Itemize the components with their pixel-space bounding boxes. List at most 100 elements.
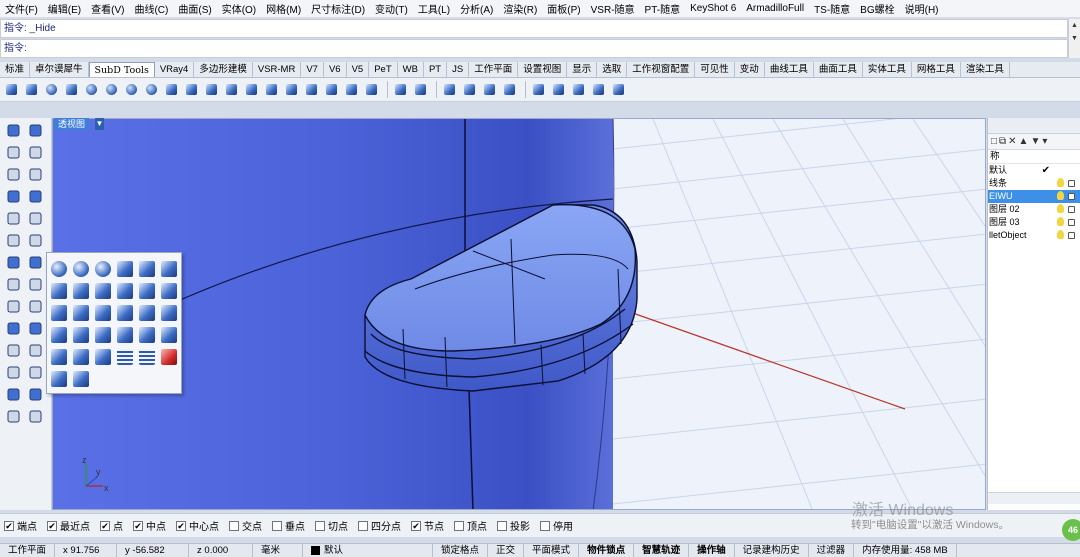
status-toggle[interactable]: 平面模式 [524, 543, 580, 557]
toolbar-tab[interactable]: VRay4 [155, 62, 195, 77]
osnap-checkbox[interactable] [315, 520, 325, 531]
osnap-checkbox[interactable]: ✔ [47, 520, 57, 531]
subd-tool-icon[interactable] [23, 81, 40, 98]
visibility-bulb-icon[interactable] [1057, 178, 1064, 187]
subd-tool-icon[interactable] [83, 81, 100, 98]
subd-command-icon[interactable] [161, 283, 177, 299]
display-icon[interactable] [27, 386, 44, 403]
command-scrollbar[interactable]: ▲ ▼ [1068, 19, 1080, 58]
osnap-checkbox[interactable]: ✔ [133, 520, 143, 531]
boolean-icon[interactable] [27, 298, 44, 315]
visibility-bulb-icon[interactable] [1057, 191, 1064, 200]
osnap-option[interactable]: ✔ 端点 [4, 518, 37, 533]
osnap-option[interactable]: 停用 [540, 518, 573, 533]
array-icon[interactable] [27, 320, 44, 337]
toolbar-tab[interactable]: 选取 [597, 62, 628, 77]
osnap-option[interactable]: 四分点 [358, 518, 401, 533]
menu-item[interactable]: 变动(T) [370, 1, 413, 16]
toolbar-tab[interactable]: PT [424, 62, 448, 77]
status-toggle[interactable]: 正交 [488, 543, 525, 557]
toolbar-tab[interactable]: WB [398, 62, 424, 77]
visibility-bulb-icon[interactable] [1057, 204, 1064, 213]
subd-command-icon[interactable] [139, 349, 155, 365]
toolbar-tab[interactable]: V5 [347, 62, 370, 77]
osnap-option[interactable]: 投影 [497, 518, 530, 533]
menu-item[interactable]: 分析(A) [455, 1, 498, 16]
toolbar-tab[interactable]: VSR-MR [253, 62, 302, 77]
status-toggle[interactable]: 记录建构历史 [735, 543, 809, 557]
subd-command-icon[interactable] [51, 371, 67, 387]
menu-item[interactable]: 曲面(S) [173, 1, 216, 16]
subd-command-icon[interactable] [73, 371, 89, 387]
lock-icon[interactable] [1068, 232, 1075, 239]
osnap-option[interactable]: ✔ 最近点 [47, 518, 90, 533]
transform-icon[interactable] [5, 232, 22, 249]
command-input[interactable]: 指令: [0, 39, 1068, 58]
subd-command-icon[interactable] [117, 327, 133, 343]
subd-command-icon[interactable] [139, 305, 155, 321]
osnap-checkbox[interactable]: ✔ [4, 520, 14, 531]
menu-item[interactable]: 渲染(R) [498, 1, 542, 16]
toolbar-tab[interactable]: 标准 [0, 62, 31, 77]
subd-tool-icon[interactable] [343, 81, 360, 98]
grid-icon[interactable] [5, 386, 22, 403]
perspective-viewport[interactable]: z y x [52, 118, 986, 510]
subd-command-icon[interactable] [117, 261, 133, 277]
subd-command-icon[interactable] [139, 283, 155, 299]
toolbar-tab[interactable]: 工作视窗配置 [627, 62, 696, 77]
subd-command-icon[interactable] [117, 305, 133, 321]
layer-row[interactable]: 默认 ✔ [988, 164, 1080, 177]
render-icon[interactable] [27, 364, 44, 381]
visibility-bulb-icon[interactable] [1057, 217, 1064, 226]
explode-icon[interactable] [5, 298, 22, 315]
osnap-option[interactable]: ✔ 中心点 [176, 518, 219, 533]
subd-command-icon[interactable] [95, 305, 111, 321]
subd-tool-icon[interactable] [263, 81, 280, 98]
current-layer[interactable]: 默认 [303, 543, 434, 557]
subd-command-icon[interactable] [95, 327, 111, 343]
layer-row[interactable]: 图层 03 [988, 216, 1080, 229]
subd-command-icon[interactable] [51, 261, 67, 277]
surface-icon[interactable] [27, 232, 44, 249]
menu-item[interactable]: VSR-随意 [586, 1, 640, 16]
toolbar-tab[interactable]: 可见性 [695, 62, 735, 77]
subd-command-icon[interactable] [73, 327, 89, 343]
subd-command-icon[interactable] [95, 283, 111, 299]
menu-item[interactable]: PT-随意 [640, 1, 686, 16]
pin-icon[interactable] [5, 408, 22, 425]
subd-tool-icon[interactable] [283, 81, 300, 98]
curve-icon[interactable] [27, 144, 44, 161]
osnap-checkbox[interactable] [540, 520, 550, 531]
layer-row[interactable]: 图层 02 [988, 203, 1080, 216]
subd-tool-icon[interactable] [392, 81, 409, 98]
layers-hscrollbar[interactable] [988, 492, 1080, 504]
osnap-checkbox[interactable] [272, 520, 282, 531]
toolbar-tab[interactable]: 工作平面 [469, 62, 519, 77]
rectangle-icon[interactable] [5, 188, 22, 205]
ellipse-icon[interactable] [5, 210, 22, 227]
toolbar-tab[interactable]: 卓尔谟犀牛 [30, 62, 89, 77]
subd-tool-icon[interactable] [123, 81, 140, 98]
toolbar-tab[interactable]: 渲染工具 [961, 62, 1010, 77]
menu-item[interactable]: 文件(F) [0, 1, 43, 16]
subd-tool-icon[interactable] [363, 81, 380, 98]
viewport-menu-arrow-icon[interactable]: ▼ [95, 118, 104, 130]
subd-command-icon[interactable] [139, 327, 155, 343]
lock-icon[interactable] [1068, 219, 1075, 226]
sphere-icon[interactable] [27, 254, 44, 271]
status-toggle[interactable]: 过滤器 [809, 543, 855, 557]
menu-item[interactable]: TS-随意 [809, 1, 855, 16]
subd-tool-icon[interactable] [303, 81, 320, 98]
osnap-checkbox[interactable] [454, 520, 464, 531]
status-toggle[interactable]: 操作轴 [689, 543, 735, 557]
subd-command-icon[interactable] [117, 349, 133, 365]
subd-command-icon[interactable] [51, 305, 67, 321]
osnap-option[interactable]: ✔ 节点 [411, 518, 444, 533]
toolbar-tab[interactable]: 显示 [567, 62, 598, 77]
osnap-checkbox[interactable] [497, 520, 507, 531]
subd-tool-icon[interactable] [243, 81, 260, 98]
toolbar-tab[interactable]: 变动 [735, 62, 765, 77]
osnap-checkbox[interactable] [229, 520, 239, 531]
subd-command-icon[interactable] [73, 305, 89, 321]
subd-tool-icon[interactable] [441, 81, 458, 98]
